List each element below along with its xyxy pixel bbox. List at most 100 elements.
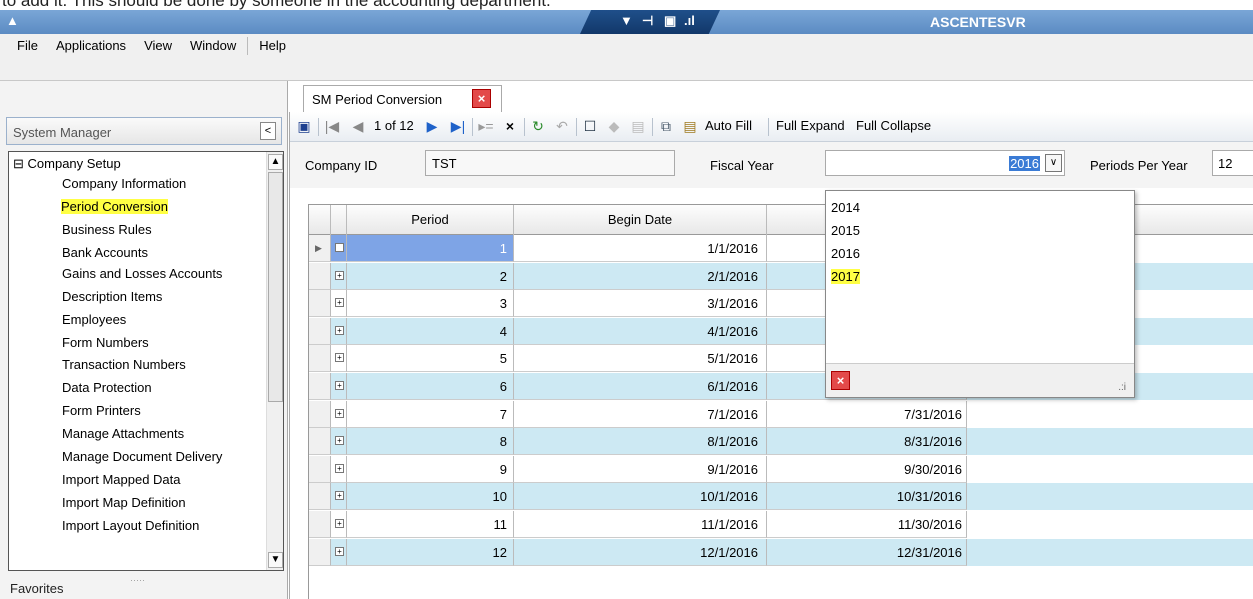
- cell-end-date[interactable]: 11/30/2016: [767, 511, 967, 538]
- chevron-down-icon[interactable]: ∨: [1045, 154, 1062, 172]
- row-expander[interactable]: +: [331, 538, 347, 566]
- cell-end-date[interactable]: 8/31/2016: [767, 428, 967, 456]
- menu-file[interactable]: File: [8, 38, 47, 53]
- row-selector[interactable]: [309, 428, 331, 456]
- dropdown-option[interactable]: 2015: [831, 223, 860, 238]
- cell-period[interactable]: 5: [347, 345, 514, 373]
- resize-grip-icon[interactable]: .:i: [1118, 382, 1126, 393]
- cell-period[interactable]: 11: [347, 511, 514, 538]
- header-begin-date[interactable]: Begin Date: [514, 205, 767, 235]
- copy-icon[interactable]: ⧉: [658, 118, 674, 134]
- expand-icon[interactable]: +: [335, 298, 344, 308]
- row-expander[interactable]: +: [331, 290, 347, 318]
- row-selector[interactable]: [309, 262, 331, 290]
- tree-item-description-items[interactable]: Description Items: [62, 289, 162, 304]
- tree-item-import-layout-definition[interactable]: Import Layout Definition: [62, 518, 199, 533]
- tree-item-form-printers[interactable]: Form Printers: [62, 403, 141, 418]
- cell-begin-date[interactable]: 7/1/2016: [514, 400, 767, 428]
- full-collapse-button[interactable]: Full Collapse: [856, 118, 931, 133]
- row-selector[interactable]: [309, 317, 331, 345]
- dropdown-option-2017[interactable]: 2017: [831, 269, 860, 284]
- cell-period[interactable]: 7: [347, 400, 514, 428]
- cell-period[interactable]: 8: [347, 428, 514, 456]
- delete-icon[interactable]: ×: [502, 118, 518, 134]
- periods-per-year-field[interactable]: 12: [1212, 150, 1253, 176]
- paste-icon[interactable]: ▤: [682, 118, 698, 134]
- cell-period[interactable]: 4: [347, 317, 514, 345]
- cell-begin-date[interactable]: 12/1/2016: [514, 538, 767, 566]
- row-expander[interactable]: +: [331, 400, 347, 428]
- last-record-icon[interactable]: ▶|: [450, 118, 466, 134]
- expand-icon[interactable]: +: [335, 325, 344, 335]
- tree-item-bank-accounts[interactable]: Bank Accounts: [62, 245, 148, 260]
- tree-item-form-numbers[interactable]: Form Numbers: [62, 335, 149, 350]
- cell-begin-date[interactable]: 10/1/2016: [514, 483, 767, 511]
- tab-sm-period-conversion[interactable]: SM Period Conversion ×: [303, 85, 502, 112]
- table-row[interactable]: +9 9/1/2016 9/30/2016: [309, 455, 1253, 483]
- row-selector[interactable]: ▶: [309, 235, 331, 262]
- fiscal-year-select[interactable]: 2016 ∨: [825, 150, 1065, 176]
- tree-scrollbar[interactable]: ▲ ▼: [266, 152, 283, 570]
- print-preview-icon[interactable]: ☐: [582, 118, 598, 134]
- row-expander[interactable]: +: [331, 345, 347, 373]
- expand-icon[interactable]: +: [335, 243, 344, 252]
- lock-icon[interactable]: ▣: [664, 13, 676, 29]
- undo-icon[interactable]: ↶: [554, 118, 570, 134]
- full-expand-button[interactable]: Full Expand: [776, 118, 845, 133]
- dropdown-option[interactable]: 2016: [831, 246, 860, 261]
- next-record-icon[interactable]: ▶: [424, 118, 440, 134]
- cell-begin-date[interactable]: 1/1/2016: [514, 235, 767, 262]
- row-selector[interactable]: [309, 345, 331, 373]
- row-expander[interactable]: +: [331, 455, 347, 483]
- cell-period[interactable]: 2: [347, 262, 514, 290]
- scroll-thumb[interactable]: [268, 172, 283, 402]
- first-record-icon[interactable]: |◀: [324, 118, 340, 134]
- expand-icon[interactable]: +: [335, 491, 344, 501]
- menu-help[interactable]: Help: [250, 38, 295, 53]
- expand-icon[interactable]: +: [335, 463, 344, 473]
- tree-item-import-mapped-data[interactable]: Import Mapped Data: [62, 472, 181, 487]
- cell-end-date[interactable]: 9/30/2016: [767, 455, 967, 483]
- previous-record-icon[interactable]: ◀: [350, 118, 366, 134]
- cell-end-date[interactable]: 10/31/2016: [767, 483, 967, 511]
- dropdown-option[interactable]: 2014: [831, 200, 860, 215]
- favorites-section[interactable]: Favorites: [6, 581, 282, 599]
- row-expander[interactable]: +: [331, 483, 347, 511]
- expand-icon[interactable]: +: [335, 436, 344, 446]
- tree-item-business-rules[interactable]: Business Rules: [62, 222, 152, 237]
- row-expander[interactable]: +: [331, 511, 347, 538]
- row-selector[interactable]: [309, 511, 331, 538]
- save-icon[interactable]: ▣: [296, 118, 312, 134]
- tree-item-employees[interactable]: Employees: [62, 312, 126, 327]
- cell-period[interactable]: 3: [347, 290, 514, 318]
- auto-fill-button[interactable]: Auto Fill: [705, 118, 752, 133]
- cell-end-date[interactable]: 12/31/2016: [767, 538, 967, 566]
- row-expander[interactable]: +: [331, 428, 347, 456]
- close-tab-icon[interactable]: ×: [472, 89, 491, 108]
- cell-begin-date[interactable]: 2/1/2016: [514, 262, 767, 290]
- row-expander[interactable]: +: [331, 317, 347, 345]
- expand-icon[interactable]: +: [335, 270, 344, 280]
- cell-period[interactable]: 10: [347, 483, 514, 511]
- table-row[interactable]: +11 11/1/2016 11/30/2016: [309, 511, 1253, 538]
- cell-begin-date[interactable]: 6/1/2016: [514, 373, 767, 400]
- table-row[interactable]: +12 12/1/2016 12/31/2016: [309, 538, 1253, 566]
- collapse-panel-button[interactable]: <: [260, 122, 276, 140]
- scroll-up-icon[interactable]: ▲: [268, 154, 283, 170]
- expand-icon[interactable]: +: [335, 408, 344, 418]
- cell-period[interactable]: 6: [347, 373, 514, 400]
- tree-item-period-conversion[interactable]: Period Conversion: [61, 199, 168, 214]
- note-icon[interactable]: ▤: [630, 118, 646, 134]
- tree-item-data-protection[interactable]: Data Protection: [62, 380, 152, 395]
- cell-end-date[interactable]: 7/31/2016: [767, 400, 967, 428]
- expand-icon[interactable]: +: [335, 353, 344, 363]
- cell-begin-date[interactable]: 11/1/2016: [514, 511, 767, 538]
- cell-begin-date[interactable]: 3/1/2016: [514, 290, 767, 318]
- approve-icon[interactable]: ◆: [606, 118, 622, 134]
- close-dropdown-icon[interactable]: ×: [831, 371, 850, 390]
- tree-root-company-setup[interactable]: ⊟ Company Setup: [13, 156, 121, 172]
- row-selector[interactable]: [309, 400, 331, 428]
- tree-item-company-information[interactable]: Company Information: [62, 176, 186, 191]
- row-selector[interactable]: [309, 483, 331, 511]
- tree-item-gains-losses[interactable]: Gains and Losses Accounts: [62, 266, 222, 281]
